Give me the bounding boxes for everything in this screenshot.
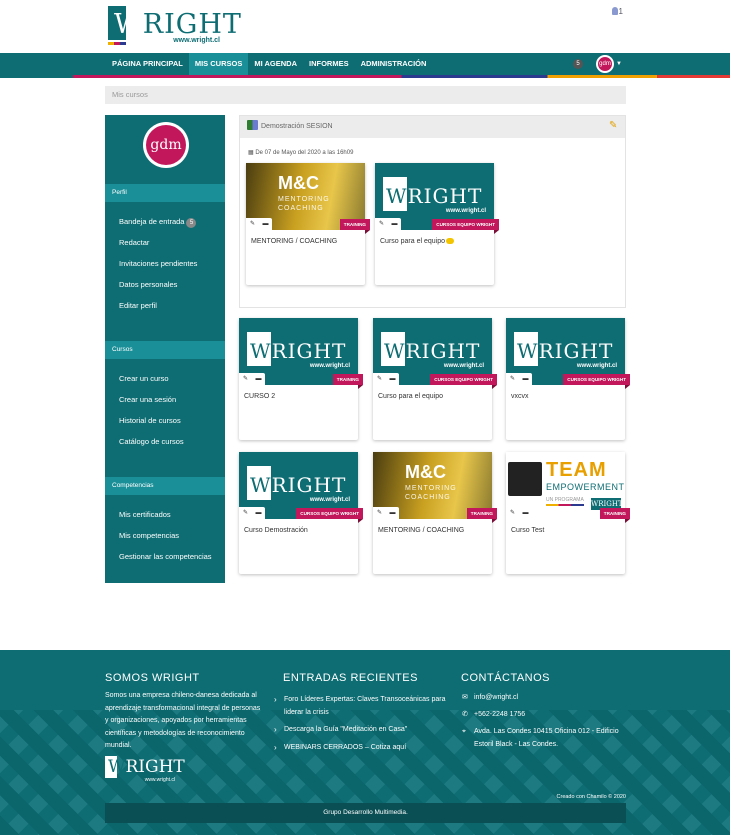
footer-about-title: SOMOS WRIGHT [105, 672, 200, 684]
category-tag: CURSOS EQUIPO WRIGHT [430, 374, 497, 389]
team-logo-icon [508, 462, 542, 496]
session-date: ▦ De 07 de Mayo del 2020 a las 16h09 [248, 150, 354, 156]
logo-url: www.wright.cl [173, 37, 220, 44]
breadcrumb: Mis cursos [105, 86, 626, 104]
session-header: Demostración SESION ✎ [240, 116, 625, 138]
sidebar-item-certificates[interactable]: Mis certificados [119, 510, 171, 519]
pencil-icon[interactable]: ✎ [373, 373, 386, 385]
pencil-icon[interactable]: ✎ [246, 218, 259, 230]
course-card[interactable]: WRIGHT www.wright.cl ✎ ▬ TRAINING CURSO 2 [239, 318, 364, 440]
category-tag: TRAINING [599, 508, 631, 523]
sidebar: gdm Perfil Bandeja de entrada 5 Redactar … [105, 115, 225, 583]
course-card[interactable]: TEAM EMPOWERMENT UN PROGRAMA WRIGHT ✎ ▬ TRAINI… [506, 452, 631, 574]
course-title[interactable]: Curso Demostración [244, 527, 308, 534]
sidebar-item-manage-competencies[interactable]: Gestionar las competencias [119, 552, 212, 561]
map-marker-icon: ⌖ [462, 728, 466, 735]
course-title[interactable]: Curso Test [511, 527, 544, 534]
course-card[interactable]: WRIGHT www.wright.cl ✎ ▬ CURSOS EQUIPO WRIGH… [239, 452, 363, 574]
pencil-icon[interactable]: ✎ [506, 373, 519, 385]
course-card[interactable]: WRIGHT www.wright.cl ✎ ▬ CURSOS EQUIPO WRIGH… [373, 318, 497, 440]
folder-icon[interactable]: ▬ [386, 507, 399, 519]
nav-admin[interactable]: ADMINISTRACIÓN [355, 53, 433, 75]
pencil-icon[interactable]: ✎ [506, 507, 519, 519]
pencil-icon[interactable]: ✎ [239, 373, 252, 385]
footer-credit: Creado con Chamilo © 2020 [556, 794, 626, 800]
course-title[interactable]: MENTORING / COACHING [251, 238, 337, 245]
folder-icon[interactable]: ▬ [388, 218, 401, 230]
nav-reports[interactable]: INFORMES [303, 53, 355, 75]
sidebar-item-personal-data[interactable]: Datos personales [119, 280, 177, 289]
category-tag: CURSOS EQUIPO WRIGHT [296, 508, 363, 523]
pencil-icon[interactable]: ✎ [373, 507, 386, 519]
footer-bottom-bar: Grupo Desarrollo Multimedia. [105, 803, 626, 823]
footer-contact-title: CONTÁCTANOS [461, 672, 551, 684]
pencil-icon[interactable]: ✎ [609, 121, 618, 131]
course-title[interactable]: Curso para el equipo [378, 393, 443, 400]
footer-address: ⌖ Avda. Las Condes 10415 Oficina 012 - Ed… [462, 728, 619, 748]
sidebar-item-create-course[interactable]: Crear un curso [119, 374, 169, 383]
header: WRIGHT www.wright.cl 1 [0, 0, 730, 53]
category-tag: CURSOS EQUIPO WRIGHT [432, 219, 499, 234]
footer-phone[interactable]: ✆ +562-2248 1756 [462, 709, 632, 722]
folder-icon[interactable]: ▬ [519, 373, 532, 385]
main-nav: PÁGINA PRINCIPAL MIS CURSOS MI AGENDA IN… [0, 53, 730, 75]
sidebar-section-perfil: Perfil [105, 184, 225, 202]
phone-icon: ✆ [462, 711, 468, 718]
sidebar-section-cursos: Cursos [105, 341, 225, 359]
pencil-icon[interactable]: ✎ [239, 507, 252, 519]
sidebar-avatar[interactable]: gdm [143, 122, 189, 168]
sidebar-item-invitations[interactable]: Invitaciones pendientes [119, 259, 197, 268]
session-icon [247, 120, 258, 130]
wright-logo[interactable]: WRIGHT www.wright.cl [108, 6, 241, 46]
nav-home[interactable]: PÁGINA PRINCIPAL [106, 53, 189, 75]
notification-badge[interactable]: 5 [573, 59, 583, 69]
nav-agenda[interactable]: MI AGENDA [248, 53, 303, 75]
color-stripe [0, 75, 730, 78]
folder-icon[interactable]: ▬ [519, 507, 532, 519]
course-title[interactable]: vxcvx [511, 393, 529, 400]
nav-my-courses[interactable]: MIS CURSOS [188, 53, 249, 75]
user-avatar[interactable]: gdm [596, 55, 614, 73]
sidebar-item-competencies[interactable]: Mis competencias [119, 531, 179, 540]
course-card[interactable]: WRIGHT www.wright.cl ✎ ▬ CURSOS EQUIPO WRIGH… [375, 163, 499, 285]
folder-icon[interactable]: ▬ [386, 373, 399, 385]
chevron-down-icon[interactable]: ▼ [616, 61, 622, 67]
category-tag: TRAINING [466, 508, 498, 523]
inbox-badge: 5 [186, 218, 197, 228]
sidebar-item-course-history[interactable]: Historial de cursos [119, 416, 181, 425]
footer-email[interactable]: ✉ info@wright.cl [462, 692, 632, 705]
course-title[interactable]: MENTORING / COACHING [378, 527, 464, 534]
smiley-icon [446, 238, 454, 244]
footer-recent-title: ENTRADAS RECIENTES [283, 672, 418, 684]
user-count[interactable]: 1 [611, 7, 623, 16]
course-title[interactable]: Curso para el equipo [380, 238, 454, 245]
pencil-icon[interactable]: ✎ [375, 218, 388, 230]
footer-recent-link[interactable]: WEBINARS CERRADOS – Cotiza aquí [274, 742, 454, 755]
course-title[interactable]: CURSO 2 [244, 393, 275, 400]
sidebar-item-compose[interactable]: Redactar [119, 238, 149, 247]
footer-about-text: Somos una empresa chileno-danesa dedicad… [105, 692, 261, 749]
sidebar-item-edit-profile[interactable]: Editar perfil [119, 301, 157, 310]
footer-logo[interactable]: WRIGHT www.wright.cl [105, 756, 185, 783]
footer-recent-link[interactable]: Foro Líderes Expertas: Claves Transoceán… [274, 694, 454, 719]
sidebar-item-create-session[interactable]: Crear una sesión [119, 395, 176, 404]
footer: SOMOS WRIGHT Somos una empresa chileno-d… [0, 650, 730, 835]
sidebar-item-course-catalog[interactable]: Catálogo de cursos [119, 437, 184, 446]
folder-icon[interactable]: ▬ [252, 373, 265, 385]
folder-icon[interactable]: ▬ [259, 218, 272, 230]
logo-text: WRIGHT [114, 9, 242, 40]
course-card[interactable]: WRIGHT www.wright.cl ✎ ▬ CURSOS EQUIPO WRIGH… [506, 318, 630, 440]
course-card[interactable]: M&C MENTORING COACHING ✎ ▬ TRAINING MENTORING … [246, 163, 371, 285]
sidebar-item-inbox[interactable]: Bandeja de entrada 5 [119, 217, 197, 228]
category-tag: TRAINING [339, 219, 371, 234]
category-tag: TRAINING [332, 374, 364, 389]
category-tag: CURSOS EQUIPO WRIGHT [563, 374, 630, 389]
course-card[interactable]: M&C MENTORING COACHING ✎ ▬ TRAINING MENTORING … [373, 452, 498, 574]
envelope-icon: ✉ [462, 694, 468, 701]
footer-recent-link[interactable]: Descarga la Guía "Meditación en Casa" [274, 724, 454, 737]
folder-icon[interactable]: ▬ [252, 507, 265, 519]
sidebar-section-competencias: Competencias [105, 477, 225, 495]
session-title: Demostración SESION [261, 123, 333, 130]
user-icon [611, 7, 618, 15]
